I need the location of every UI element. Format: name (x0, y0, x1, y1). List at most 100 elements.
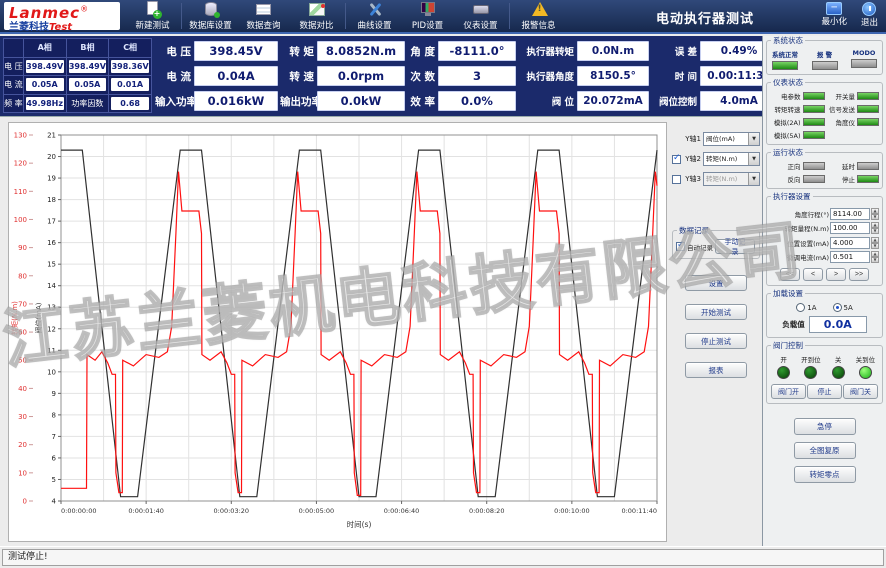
reverse-led (802, 175, 825, 183)
y-axis3-checkbox[interactable] (672, 174, 681, 184)
nav-first-button[interactable]: << (780, 268, 800, 281)
toolbar-new-test[interactable]: + 新建测试 (126, 0, 179, 32)
nav-prev-button[interactable]: < (803, 268, 823, 281)
start-test-button[interactable]: 开始测试 (685, 304, 747, 320)
phase-c-voltage: 398.36V (111, 59, 149, 73)
svg-text:30: 30 (18, 413, 27, 421)
row-label-frequency: 频 率 (3, 93, 24, 113)
svg-text:10: 10 (47, 368, 56, 376)
torque-range-stepper[interactable]: ▲ ▼ (871, 222, 879, 234)
system-status-group: 系统状态 系统正常 报 警 MODO (766, 36, 883, 75)
svg-text:8: 8 (52, 411, 56, 419)
y-axis3-row: Y轴3 转矩(N.m) ▼ (672, 172, 760, 186)
metric-efficiency: 效 率 0.0% (407, 90, 516, 112)
settings-button[interactable]: 设置 (685, 275, 747, 291)
delay-led (857, 162, 879, 170)
toolbar-label: PID设置 (411, 21, 444, 31)
table-row: 电 压 398.49V 398.49V 398.36V (3, 56, 152, 76)
valve-open-button[interactable]: 阀门开 (771, 384, 806, 399)
svg-text:15: 15 (47, 261, 56, 269)
manual-record-button[interactable]: 手动记录 (715, 239, 755, 256)
svg-text:20: 20 (47, 153, 56, 161)
exit-button[interactable]: 退出 (861, 2, 878, 28)
signal-send-indicator: 信号发送 (825, 104, 879, 114)
nav-last-button[interactable]: >> (849, 268, 869, 281)
svg-text:19: 19 (47, 175, 56, 183)
toolbar-pid-settings[interactable]: PID设置 (401, 0, 454, 32)
angle-travel-input[interactable] (830, 207, 870, 220)
load-settings-group: 加载设置 1A 5A 负载值 0.0A (766, 289, 883, 338)
data-compare-icon (306, 1, 328, 18)
chevron-down-icon: ▼ (748, 153, 759, 165)
toolbar-alarm-info[interactable]: ! 报警信息 (512, 0, 565, 32)
toolbar-label: 数据对比 (299, 21, 334, 31)
alarm-info-icon: ! (528, 1, 550, 18)
stop-led (857, 175, 879, 183)
logo-subtitle-cn: 兰菱科技 (9, 22, 49, 33)
metric-angle: 角 度 -8111.0° (407, 40, 516, 62)
table-row: 电 流 0.05A 0.05A 0.01A (3, 75, 152, 95)
y-axis3-select[interactable]: 转矩(N.m) ▼ (703, 172, 760, 186)
y-axis1-select[interactable]: 阀位(mA) ▼ (703, 132, 760, 146)
full-view-reset-button[interactable]: 全图复原 (793, 442, 856, 459)
svg-text:0:00:11:40: 0:00:11:40 (621, 507, 657, 515)
electric-params-indicator: 电参数 (770, 91, 825, 101)
logo-subtitle-en: Test (49, 22, 73, 33)
report-button[interactable]: 报表 (685, 362, 747, 378)
svg-text:0:00:10:00: 0:00:10:00 (554, 507, 590, 515)
torque-speed-indicator: 转矩转速 (770, 104, 825, 114)
phase-b-header: B相 (65, 38, 110, 58)
position-setting-stepper[interactable]: ▲ ▼ (871, 236, 879, 249)
torque-range-input[interactable] (830, 222, 870, 234)
metric-valve-position: 阀 位 20.072mA (518, 90, 649, 112)
auto-record-checkbox[interactable] (676, 240, 685, 251)
torque-zero-button[interactable]: 转矩零点 (793, 466, 856, 483)
trim-current-input[interactable] (830, 251, 870, 263)
angle-travel-stepper[interactable]: ▲ ▼ (871, 207, 879, 220)
nav-next-button[interactable]: > (826, 268, 846, 281)
toolbar-data-compare[interactable]: 数据对比 (290, 0, 343, 32)
toolbar-instrument-settings[interactable]: 仪表设置 (454, 0, 507, 32)
toolbar-label: 仪表设置 (463, 21, 498, 31)
torque-range-field: 转矩量程(N.m) ▲▼ (770, 222, 879, 234)
svg-text:14: 14 (47, 282, 56, 290)
valve-stop-button[interactable]: 停止 (807, 384, 842, 399)
logo-brand: Lanmec (9, 4, 81, 22)
phase-c-header: C相 (108, 38, 152, 58)
y-axis2-checkbox[interactable] (672, 153, 681, 164)
svg-text:0:00:01:40: 0:00:01:40 (128, 507, 164, 515)
modo-led (851, 59, 877, 68)
signal-send-led (857, 105, 879, 113)
toolbar-database-settings[interactable]: 数据库设置 (184, 0, 237, 32)
svg-text:100: 100 (14, 216, 27, 224)
toolbar-data-query[interactable]: 数据查询 (237, 0, 290, 32)
minimize-button[interactable]: ─ 最小化 (821, 2, 847, 28)
analog-2a-indicator: 模拟(2A) (770, 117, 825, 127)
toolbar-curve-settings[interactable]: 曲线设置 (348, 0, 401, 32)
svg-text:13: 13 (47, 304, 56, 312)
metric-input-power: 输入功率 0.016kW (155, 90, 278, 112)
chart-panel: 4 5 6 7 8 9 10 11 12 13 14 15 16 17 18 19 20 21 0 10 20 30 40 5… (8, 122, 667, 542)
metric-valve-control: 阀位控制 4.0mA (651, 90, 778, 112)
valve-close-button[interactable]: 阀门关 (843, 384, 878, 399)
load-1a-radio[interactable]: 1A (796, 303, 817, 312)
svg-text:5: 5 (52, 476, 56, 484)
trim-current-stepper[interactable]: ▲ ▼ (871, 251, 879, 263)
y-axis2-select[interactable]: 转矩(N.m) ▼ (703, 152, 760, 166)
analog-2a-led (802, 118, 825, 126)
metric-actuator-angle: 执行器角度 8150.5° (518, 65, 649, 87)
valve-open-limit-label: 开到位 (801, 356, 821, 364)
row-label-current: 电 流 (3, 75, 24, 95)
actuator-settings-group: 执行器设置 角度行程(°) ▲▼ 转矩量程(N.m) ▲▼ 位置设置(mA) ▲… (766, 192, 883, 286)
metric-actuator-torque: 执行器转矩 0.0N.m (518, 40, 649, 62)
position-setting-input[interactable] (830, 236, 870, 249)
stop-test-button[interactable]: 停止测试 (685, 333, 747, 349)
phase-b-current: 0.05A (68, 78, 107, 92)
svg-text:21: 21 (47, 132, 56, 140)
svg-text:7: 7 (52, 433, 56, 441)
modo-indicator: MODO (851, 49, 877, 70)
app-logo: Lanmec® 兰菱科技Test (4, 2, 120, 33)
load-5a-radio[interactable]: 5A (832, 303, 853, 312)
toolbar-label: 报警信息 (521, 21, 556, 31)
emergency-stop-button[interactable]: 急停 (793, 418, 856, 435)
